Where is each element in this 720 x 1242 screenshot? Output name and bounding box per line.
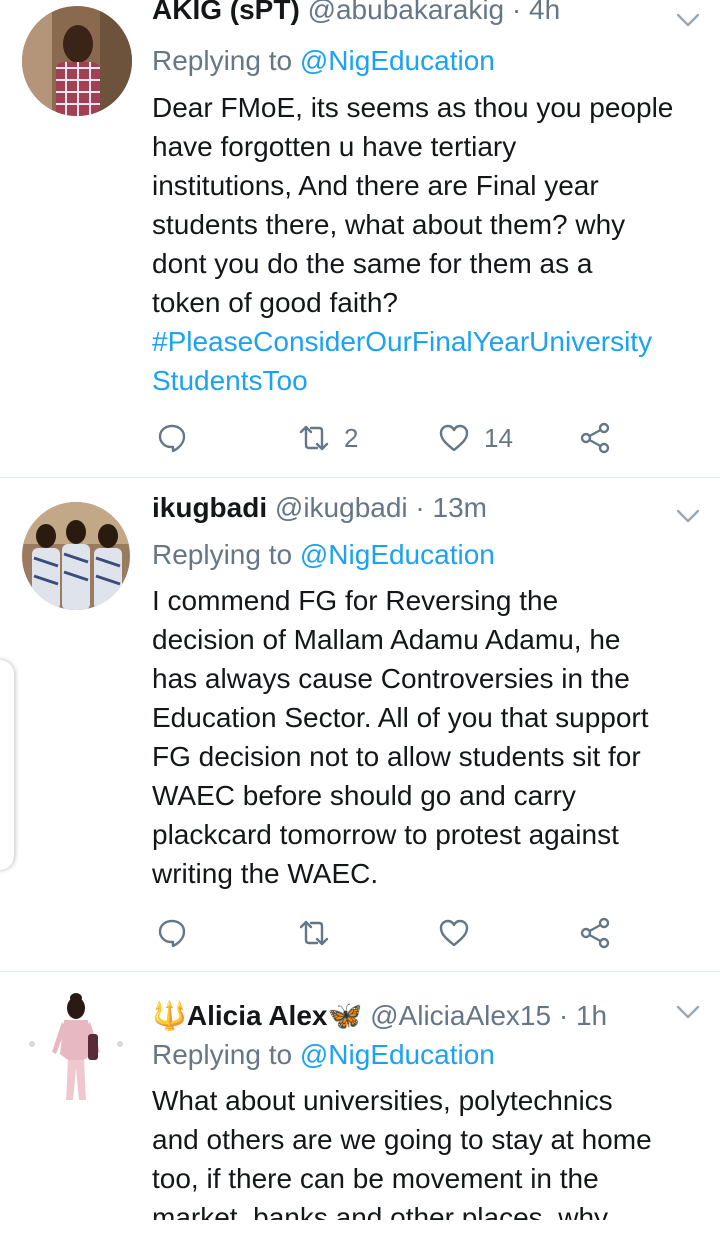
avatar[interactable] [22, 6, 132, 116]
separator: · [415, 492, 425, 523]
tweet-text-line: decision of Mallam Adamu Adamu, he [152, 624, 621, 655]
tweet-text-line: dont you do the same for them as a [152, 248, 593, 279]
avatar[interactable] [26, 990, 126, 1108]
tweet-text-line: FG decision not to allow students sit fo… [152, 741, 641, 772]
tweet-text-line: plackcard tomorrow to protest against [152, 819, 619, 850]
tweet-text-line: I commend FG for Reversing the [152, 585, 559, 616]
display-name[interactable]: Alicia Alex [187, 1000, 328, 1031]
butterfly-emoji: 🦋 [327, 1000, 363, 1031]
tweet-header: ikugbadi @ikugbadi · 13m [152, 488, 654, 528]
tweet-header: 🔱Alicia Alex🦋 @AliciaAlex15 · 1h [152, 996, 654, 1036]
share-button[interactable] [580, 913, 612, 953]
tweet-header: AKIG (sPT) @abubakarakig · 4h [152, 0, 654, 30]
timestamp[interactable]: 4h [529, 0, 560, 25]
user-handle[interactable]: @ikugbadi [275, 492, 408, 523]
replying-label: Replying to [152, 1039, 293, 1070]
share-button[interactable] [580, 418, 612, 458]
tweet-text: What about universities, polytechnics an… [152, 1081, 704, 1237]
tweet-text-line: institutions, And there are Final year [152, 170, 599, 201]
like-button[interactable] [438, 913, 470, 953]
like-button[interactable]: 14 [438, 418, 513, 458]
mention-link[interactable]: @NigEducation [300, 45, 495, 76]
tweet-text-line: token of good faith? [152, 287, 398, 318]
tweet[interactable]: AKIG (sPT) @abubakarakig · 4h Replying t… [0, 0, 720, 478]
timestamp[interactable]: 13m [433, 492, 487, 523]
reply-icon [158, 919, 186, 948]
separator: · [558, 1000, 569, 1031]
tweet-feed: AKIG (sPT) @abubakarakig · 4h Replying t… [0, 0, 720, 1242]
chevron-down-icon[interactable] [672, 500, 704, 532]
tweet-text-line: Dear FMoE, its seems as thou you people [152, 92, 674, 123]
reply-button[interactable] [156, 913, 188, 953]
share-icon [580, 917, 610, 949]
chevron-down-icon[interactable] [672, 996, 704, 1028]
replying-label: Replying to [152, 539, 293, 570]
tweet-text-line: have forgotten u have tertiary [152, 131, 517, 162]
like-count: 14 [484, 422, 513, 453]
tweet-text-line: What about universities, polytechnics [152, 1085, 613, 1116]
retweet-button[interactable]: 2 [298, 418, 358, 458]
display-name[interactable]: AKIG (sPT) [152, 0, 300, 25]
retweet-button[interactable] [298, 913, 330, 953]
like-icon [439, 919, 469, 947]
user-handle[interactable]: @AliciaAlex15 [370, 1000, 551, 1031]
separator: · [511, 0, 522, 25]
tweet-text-line: writing the WAEC. [152, 858, 379, 889]
trident-emoji: 🔱 [152, 1000, 187, 1031]
tweet-text-line: students there, what about them? why [152, 209, 626, 240]
tweet-text-line: WAEC before should go and carry [152, 780, 576, 811]
user-handle[interactable]: @abubakarakig [308, 0, 505, 25]
tweet[interactable]: ikugbadi @ikugbadi · 13m Replying to @Ni… [0, 478, 720, 972]
replying-label: Replying to [152, 45, 293, 76]
tweet-actions: 2 14 [152, 418, 704, 458]
share-icon [580, 422, 610, 454]
tweet-text: I commend FG for Reversing the decision … [152, 581, 704, 893]
tweet-text: Dear FMoE, its seems as thou you people … [152, 88, 704, 400]
hashtag-link[interactable]: #PleaseConsiderOurFinalYearUniversity [152, 322, 704, 361]
edge-panel-handle[interactable] [0, 660, 14, 870]
tweet-actions [152, 913, 704, 953]
tweet-text-line: has always cause Controversies in the [152, 663, 630, 694]
avatar[interactable] [22, 502, 130, 610]
tweet-text-line: Education Sector. All of you that suppor… [152, 702, 649, 733]
replying-to: Replying to @NigEducation [152, 42, 495, 80]
tweet[interactable]: 🔱Alicia Alex🦋 @AliciaAlex15 · 1h Replyin… [0, 972, 720, 1242]
mention-link[interactable]: @NigEducation [300, 539, 495, 570]
retweet-icon [299, 920, 329, 946]
hashtag-link[interactable]: StudentsToo [152, 361, 704, 400]
replying-to: Replying to @NigEducation [152, 536, 495, 574]
like-icon [439, 424, 469, 452]
mention-link[interactable]: @NigEducation [300, 1039, 495, 1070]
reply-button[interactable] [156, 418, 188, 458]
retweet-icon [299, 425, 329, 451]
replying-to: Replying to @NigEducation [152, 1036, 495, 1074]
chevron-down-icon[interactable] [672, 4, 704, 36]
timestamp[interactable]: 1h [576, 1000, 607, 1031]
retweet-count: 2 [344, 422, 359, 453]
reply-icon [158, 424, 186, 453]
tweet-text-line: and others are we going to stay at home [152, 1124, 652, 1155]
display-name[interactable]: ikugbadi [152, 492, 267, 523]
tweet-text-line: too, if there can be movement in the [152, 1163, 599, 1194]
screen-bottom-edge [0, 1220, 720, 1242]
